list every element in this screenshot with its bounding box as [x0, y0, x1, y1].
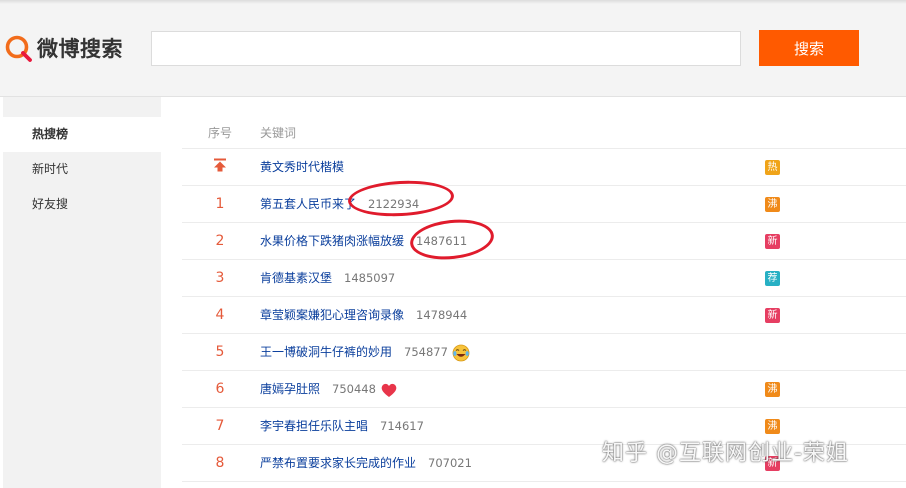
table-row: 黄文秀时代楷模 热	[182, 149, 906, 186]
keyword-cell: 王一博破洞牛仔裤的妙用 754877	[260, 334, 470, 371]
keyword-cell: 唐嫣孕肚照 750448	[260, 371, 398, 408]
search-count: 1478944	[416, 308, 468, 322]
keyword-link[interactable]: 第五套人民币来了	[260, 186, 356, 223]
rank-number: 3	[215, 270, 225, 286]
logo-text: 微博搜索	[37, 37, 123, 61]
sidebar-item-new-era[interactable]: 新时代	[3, 152, 161, 187]
search-count: 714617	[380, 419, 424, 433]
keyword-cell: 肯德基素汉堡 1485097	[260, 260, 395, 297]
search-count: 707021	[428, 456, 472, 470]
recommend-badge: 荐	[765, 271, 780, 286]
table-header: 序号 关键词	[182, 112, 906, 149]
keyword-cell: 第五套人民币来了 2122934	[260, 186, 419, 223]
pinned-top-icon	[214, 158, 226, 172]
table-row: 1 第五套人民币来了 2122934 沸	[182, 186, 906, 223]
keyword-cell: 水果价格下跌猪肉涨幅放缓 1487611	[260, 223, 467, 260]
keyword-cell: 章莹颖案嫌犯心理咨询录像 1478944	[260, 297, 467, 334]
weibo-search-page: 微博搜索 搜索 热搜榜 新时代 好友搜 序号 关键词 黄文秀时代楷模 热 1 第…	[0, 0, 906, 488]
rank-number: 5	[215, 344, 225, 360]
logo[interactable]: 微博搜索	[4, 33, 123, 63]
search-count: 754877	[404, 345, 448, 359]
table-row: 5 王一博破洞牛仔裤的妙用 754877	[182, 334, 906, 371]
zhihu-watermark: 知乎 @互联网创业-荣姐	[602, 441, 849, 466]
hot-badge: 热	[765, 160, 780, 175]
boiling-badge: 沸	[765, 197, 780, 212]
sidebar: 热搜榜 新时代 好友搜	[3, 97, 161, 488]
boiling-badge: 沸	[765, 382, 780, 397]
rank-number: 8	[215, 455, 225, 471]
keyword-link[interactable]: 李宇春担任乐队主唱	[260, 408, 368, 445]
keyword-link[interactable]: 水果价格下跌猪肉涨幅放缓	[260, 223, 404, 260]
search-button[interactable]: 搜索	[759, 30, 859, 66]
rank-number: 7	[215, 418, 225, 434]
keyword-link[interactable]: 严禁布置要求家长完成的作业	[260, 445, 416, 482]
rank-number: 1	[215, 196, 225, 212]
boiling-badge: 沸	[765, 419, 780, 434]
table-row: 2 水果价格下跌猪肉涨幅放缓 1487611 新	[182, 223, 906, 260]
heart-emoji-icon	[381, 383, 397, 397]
rank-number: 4	[215, 307, 225, 323]
table-row: 3 肯德基素汉堡 1485097 荐	[182, 260, 906, 297]
search-count: 2122934	[368, 197, 420, 211]
table-row: 4 章莹颖案嫌犯心理咨询录像 1478944 新	[182, 297, 906, 334]
keyword-link[interactable]: 章莹颖案嫌犯心理咨询录像	[260, 297, 404, 334]
keyword-link[interactable]: 黄文秀时代楷模	[260, 149, 344, 186]
header: 微博搜索 搜索	[0, 0, 906, 97]
search-count: 1485097	[344, 271, 396, 285]
keyword-cell: 黄文秀时代楷模	[260, 149, 344, 186]
keyword-cell: 严禁布置要求家长完成的作业 707021	[260, 445, 472, 482]
rank-number: 6	[215, 381, 225, 397]
keyword-link[interactable]: 王一博破洞牛仔裤的妙用	[260, 334, 392, 371]
column-header-keyword: 关键词	[260, 126, 297, 140]
weibo-search-logo-icon	[5, 35, 32, 62]
keyword-link[interactable]: 肯德基素汉堡	[260, 260, 332, 297]
new-badge: 新	[765, 234, 780, 249]
header-top-border	[0, 0, 906, 4]
rank-number: 2	[215, 233, 225, 249]
table-row: 6 唐嫣孕肚照 750448 沸	[182, 371, 906, 408]
new-badge: 新	[765, 308, 780, 323]
laugh-cry-emoji-icon	[452, 344, 470, 361]
column-header-rank: 序号	[208, 126, 233, 140]
search-count: 1487611	[416, 234, 468, 248]
keyword-link[interactable]: 唐嫣孕肚照	[260, 371, 320, 408]
sidebar-item-friends-search[interactable]: 好友搜	[3, 187, 161, 222]
sidebar-item-hot-search[interactable]: 热搜榜	[3, 117, 161, 152]
keyword-cell: 李宇春担任乐队主唱 714617	[260, 408, 424, 445]
search-count: 750448	[332, 382, 376, 396]
search-input[interactable]	[151, 31, 741, 66]
